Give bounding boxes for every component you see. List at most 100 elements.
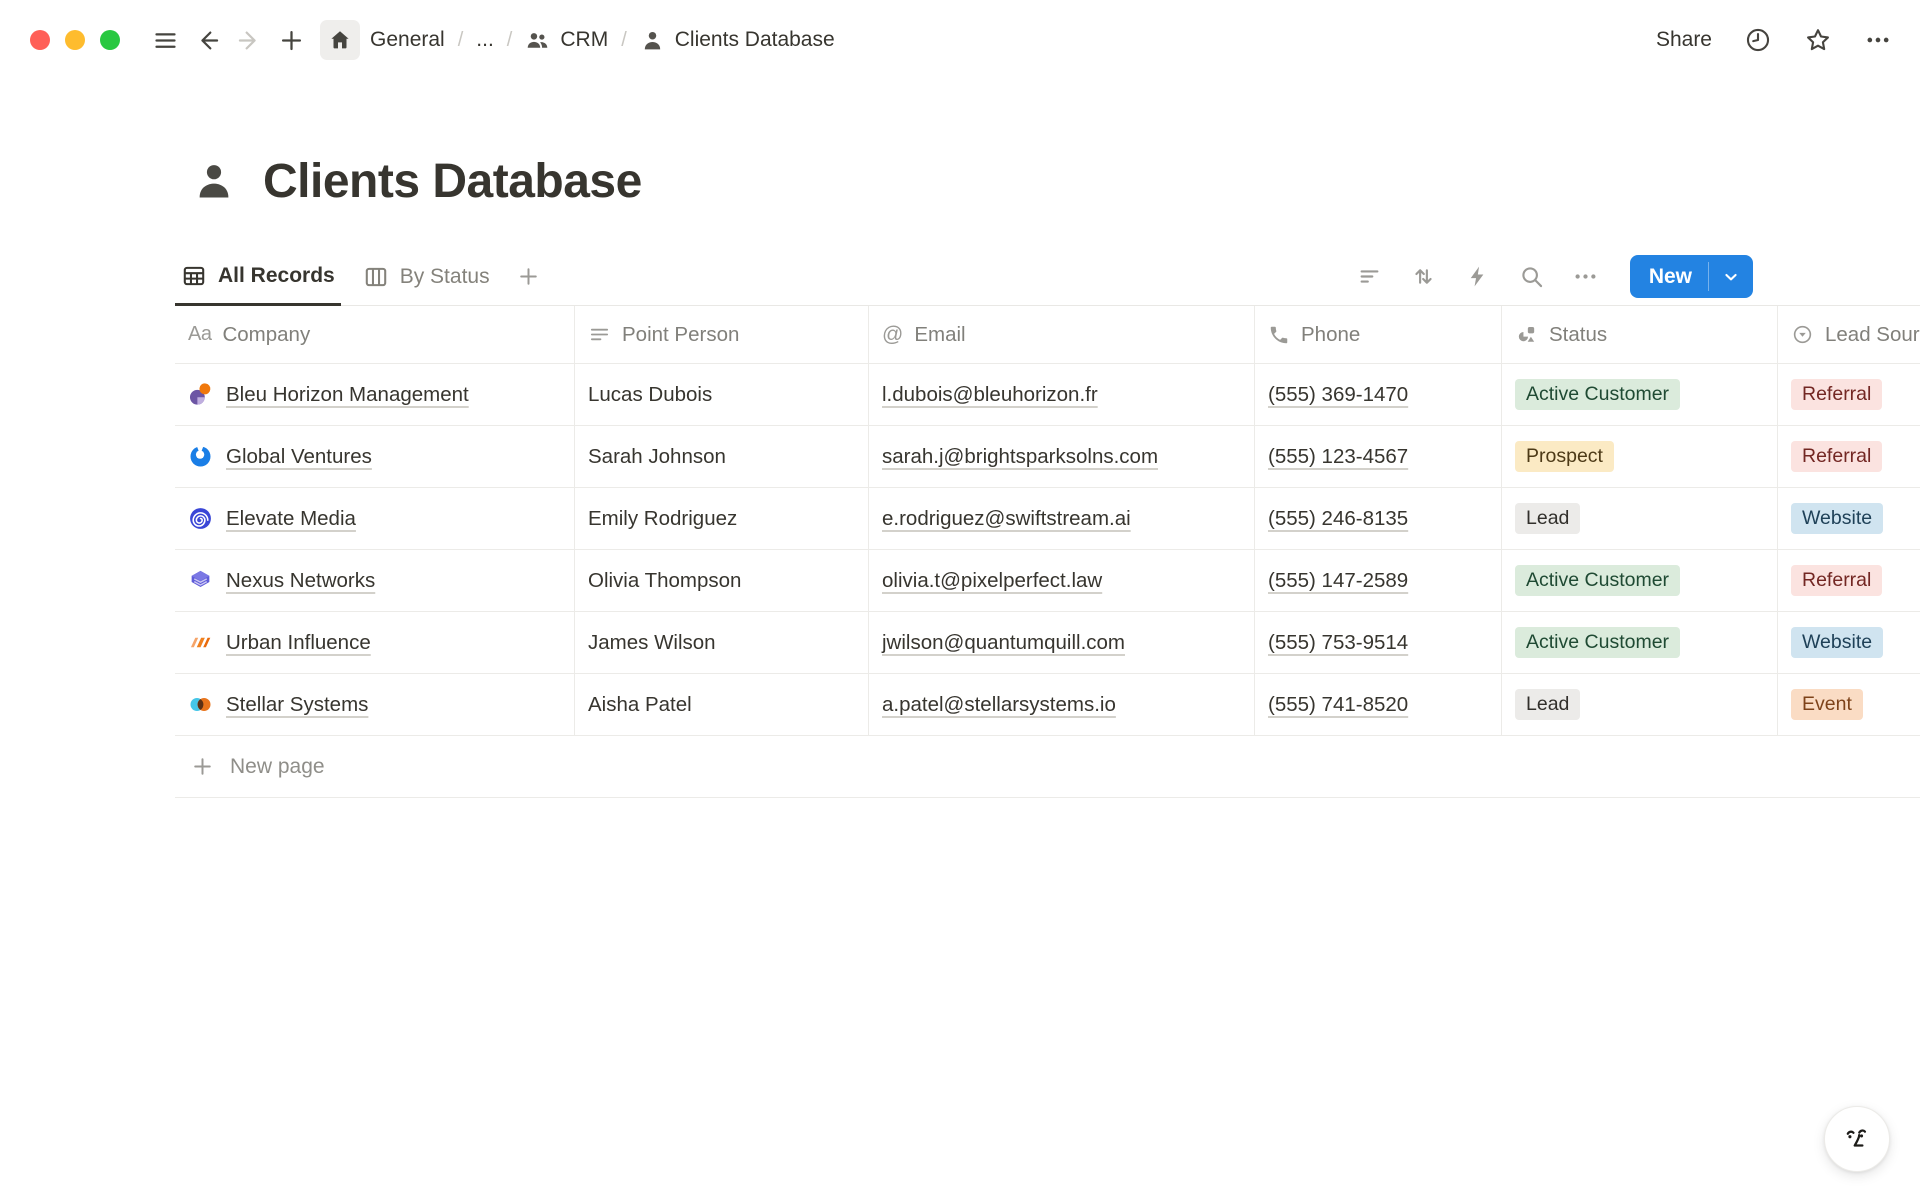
company-cell[interactable]: Bleu Horizon Management: [175, 364, 575, 425]
email-cell[interactable]: olivia.t@pixelperfect.law: [869, 550, 1255, 611]
plus-icon: [190, 754, 215, 779]
close-window-button[interactable]: [30, 30, 50, 50]
point-person-cell[interactable]: Olivia Thompson: [575, 550, 869, 611]
company-cell[interactable]: Stellar Systems: [175, 674, 575, 735]
email-link[interactable]: olivia.t@pixelperfect.law: [882, 569, 1102, 593]
phone-link[interactable]: (555) 147-2589: [1268, 569, 1408, 593]
company-page-link[interactable]: Urban Influence: [226, 631, 371, 655]
breadcrumb-item-crm[interactable]: CRM: [525, 28, 608, 53]
new-page-row[interactable]: New page: [175, 736, 1920, 798]
new-dropdown-button[interactable]: [1709, 255, 1753, 298]
status-cell[interactable]: Lead: [1502, 488, 1778, 549]
lead-source-cell[interactable]: Event: [1778, 674, 1920, 735]
phone-cell[interactable]: (555) 741-8520: [1255, 674, 1502, 735]
status-badge: Prospect: [1515, 441, 1614, 472]
point-person-cell[interactable]: Emily Rodriguez: [575, 488, 869, 549]
new-tab-button[interactable]: [270, 19, 312, 61]
lead-source-cell[interactable]: Website: [1778, 488, 1920, 549]
automations-button[interactable]: [1464, 263, 1491, 290]
column-header-status[interactable]: Status: [1502, 306, 1778, 363]
lead-source-cell[interactable]: Referral: [1778, 426, 1920, 487]
phone-cell[interactable]: (555) 147-2589: [1255, 550, 1502, 611]
table-row: Stellar Systems Aisha Patel a.patel@stella…: [175, 674, 1920, 736]
phone-link[interactable]: (555) 123-4567: [1268, 445, 1408, 469]
email-link[interactable]: l.dubois@bleuhorizon.fr: [882, 383, 1098, 407]
status-cell[interactable]: Lead: [1502, 674, 1778, 735]
email-link[interactable]: e.rodriguez@swiftstream.ai: [882, 507, 1131, 531]
column-header-phone[interactable]: Phone: [1255, 306, 1502, 363]
phone-link[interactable]: (555) 753-9514: [1268, 631, 1408, 655]
point-person-value: Aisha Patel: [588, 693, 692, 717]
minimize-window-button[interactable]: [65, 30, 85, 50]
tab-all-records[interactable]: All Records: [175, 249, 341, 306]
email-link[interactable]: jwilson@quantumquill.com: [882, 631, 1125, 655]
lead-source-cell[interactable]: Website: [1778, 612, 1920, 673]
forward-button[interactable]: [228, 19, 270, 61]
point-person-cell[interactable]: Sarah Johnson: [575, 426, 869, 487]
view-options-button[interactable]: [1572, 263, 1599, 290]
email-link[interactable]: sarah.j@brightsparksolns.com: [882, 445, 1158, 469]
company-page-link[interactable]: Stellar Systems: [226, 693, 368, 717]
tab-by-status[interactable]: By Status: [357, 248, 496, 305]
status-cell[interactable]: Active Customer: [1502, 550, 1778, 611]
company-cell[interactable]: Global Ventures: [175, 426, 575, 487]
zoom-window-button[interactable]: [100, 30, 120, 50]
email-cell[interactable]: sarah.j@brightsparksolns.com: [869, 426, 1255, 487]
phone-cell[interactable]: (555) 753-9514: [1255, 612, 1502, 673]
urban-influence-logo-icon: [188, 630, 213, 655]
lead-source-cell[interactable]: Referral: [1778, 550, 1920, 611]
phone-cell[interactable]: (555) 123-4567: [1255, 426, 1502, 487]
table-header-row: AaCompany Point Person @EmailPhoneStatusLe…: [175, 306, 1920, 364]
filter-button[interactable]: [1356, 263, 1383, 290]
back-button[interactable]: [186, 19, 228, 61]
breadcrumb-item-general[interactable]: General: [320, 20, 445, 60]
phone-cell[interactable]: (555) 369-1470: [1255, 364, 1502, 425]
point-person-cell[interactable]: James Wilson: [575, 612, 869, 673]
column-label: Point Person: [622, 323, 739, 347]
email-link[interactable]: a.patel@stellarsystems.io: [882, 693, 1116, 717]
status-cell[interactable]: Prospect: [1502, 426, 1778, 487]
notion-ai-button[interactable]: [1824, 1106, 1890, 1172]
email-property-icon: @: [882, 323, 903, 347]
more-options-button[interactable]: [1864, 26, 1892, 54]
sort-button[interactable]: [1410, 263, 1437, 290]
email-cell[interactable]: jwilson@quantumquill.com: [869, 612, 1255, 673]
phone-link[interactable]: (555) 246-8135: [1268, 507, 1408, 531]
history-button[interactable]: [1744, 26, 1772, 54]
point-person-cell[interactable]: Lucas Dubois: [575, 364, 869, 425]
phone-link[interactable]: (555) 741-8520: [1268, 693, 1408, 717]
favorite-button[interactable]: [1804, 26, 1832, 54]
company-cell[interactable]: Elevate Media: [175, 488, 575, 549]
company-page-link[interactable]: Bleu Horizon Management: [226, 383, 469, 407]
add-view-button[interactable]: [516, 264, 541, 289]
breadcrumb-separator: /: [619, 29, 629, 52]
email-cell[interactable]: e.rodriguez@swiftstream.ai: [869, 488, 1255, 549]
share-button[interactable]: Share: [1656, 28, 1712, 52]
email-cell[interactable]: a.patel@stellarsystems.io: [869, 674, 1255, 735]
company-cell[interactable]: Urban Influence: [175, 612, 575, 673]
sidebar-menu-button[interactable]: [144, 19, 186, 61]
column-header-point-person[interactable]: Point Person: [575, 306, 869, 363]
person-icon[interactable]: [191, 158, 237, 204]
status-cell[interactable]: Active Customer: [1502, 612, 1778, 673]
company-page-link[interactable]: Global Ventures: [226, 445, 372, 469]
new-button[interactable]: New: [1630, 255, 1708, 298]
column-header-lead-source[interactable]: Lead Source: [1778, 306, 1920, 363]
point-person-cell[interactable]: Aisha Patel: [575, 674, 869, 735]
column-header-email[interactable]: @Email: [869, 306, 1255, 363]
page-title[interactable]: Clients Database: [263, 154, 642, 209]
phone-link[interactable]: (555) 369-1470: [1268, 383, 1408, 407]
company-page-link[interactable]: Nexus Networks: [226, 569, 375, 593]
breadcrumb-item-ellipsis[interactable]: ...: [476, 28, 494, 52]
company-cell[interactable]: Nexus Networks: [175, 550, 575, 611]
lead-source-cell[interactable]: Referral: [1778, 364, 1920, 425]
breadcrumb-item-clients-database[interactable]: Clients Database: [640, 28, 835, 53]
email-cell[interactable]: l.dubois@bleuhorizon.fr: [869, 364, 1255, 425]
point-person-value: Olivia Thompson: [588, 569, 741, 593]
status-cell[interactable]: Active Customer: [1502, 364, 1778, 425]
bleu-horizon-logo-icon: [188, 382, 213, 407]
search-button[interactable]: [1518, 263, 1545, 290]
company-page-link[interactable]: Elevate Media: [226, 507, 356, 531]
column-header-company[interactable]: AaCompany: [175, 306, 575, 363]
phone-cell[interactable]: (555) 246-8135: [1255, 488, 1502, 549]
